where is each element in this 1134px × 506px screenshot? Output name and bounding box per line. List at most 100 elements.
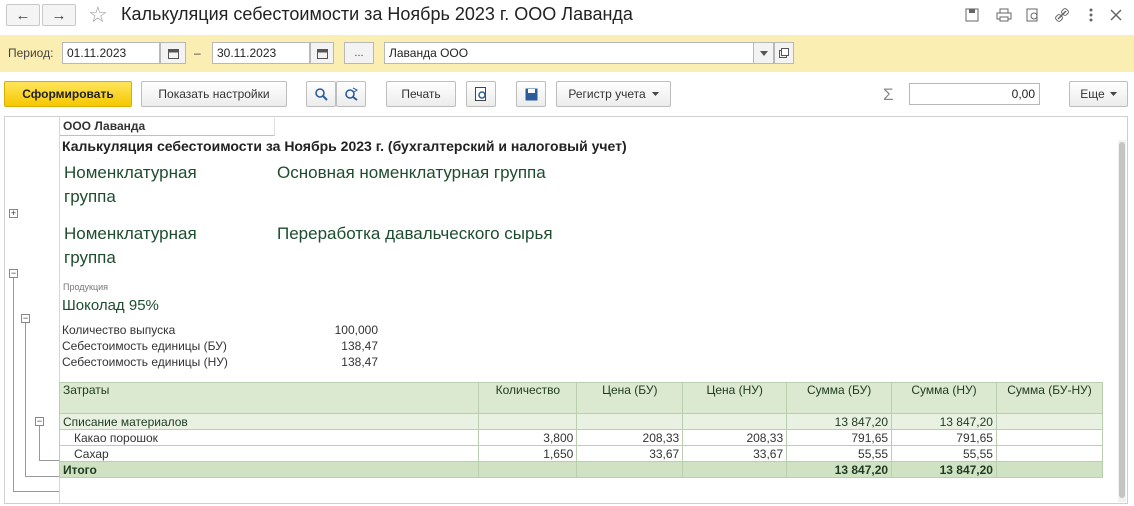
table-cell[interactable]: 13 847,20 — [891, 461, 997, 478]
table-cell[interactable] — [682, 413, 788, 430]
table-cell[interactable]: Списание материалов — [58, 413, 480, 430]
table-cell[interactable] — [995, 413, 1104, 430]
table-cell[interactable]: 33,67 — [682, 445, 788, 462]
save-icon[interactable] — [962, 5, 982, 25]
link-icon[interactable] — [1052, 5, 1072, 25]
search-refresh-icon — [345, 87, 358, 101]
table-cell[interactable] — [682, 461, 788, 478]
back-button[interactable]: ← — [6, 4, 40, 26]
table-cell[interactable] — [576, 461, 684, 478]
table-row: Сахар 1,650 33,67 33,67 55,55 55,55 — [58, 445, 1104, 462]
column-header[interactable]: Затраты — [58, 382, 480, 414]
table-cell[interactable]: 791,65 — [891, 429, 997, 446]
table-cell[interactable]: 3,800 — [478, 429, 578, 446]
param-label: Себестоимость единицы (НУ) — [62, 355, 228, 369]
print-button[interactable]: Печать — [386, 81, 456, 107]
print-preview-icon — [474, 87, 486, 101]
costs-table: Затраты Количество Цена (БУ) Цена (НУ) С… — [58, 382, 1104, 478]
window-title: Калькуляция себестоимости за Ноябрь 2023… — [121, 4, 633, 24]
table-cell[interactable]: 1,650 — [478, 445, 578, 462]
favorite-star-icon[interactable]: ☆ — [88, 2, 108, 28]
period-label: Период: — [8, 46, 54, 60]
param-value: 138,47 — [341, 355, 378, 369]
param-label: Количество выпуска — [62, 323, 176, 337]
org-cell[interactable]: ООО Лаванда — [60, 118, 275, 136]
column-header[interactable]: Сумма (БУ) — [786, 382, 893, 414]
collapse-group2-toggle[interactable]: − — [9, 269, 18, 278]
table-row: Какао порошок 3,800 208,33 208,33 791,65… — [58, 429, 1104, 446]
more-button[interactable]: Еще — [1069, 81, 1128, 107]
sum-field[interactable]: 0,00 — [909, 83, 1040, 105]
print-icon[interactable] — [994, 5, 1014, 25]
search-icon — [314, 87, 328, 101]
floppy-disk-icon — [525, 88, 537, 100]
generate-button[interactable]: Сформировать — [4, 81, 132, 107]
show-settings-button[interactable]: Показать настройки — [141, 81, 287, 107]
save-report-button[interactable] — [516, 81, 546, 107]
product-caption: Продукция — [63, 282, 109, 292]
table-cell[interactable]: 208,33 — [576, 429, 684, 446]
more-label: Еще — [1080, 87, 1105, 101]
group2-bracket-line — [13, 278, 14, 492]
param-row: Себестоимость единицы (НУ) 138,47 — [62, 354, 378, 370]
table-cell[interactable]: 55,55 — [891, 445, 997, 462]
table-cell[interactable]: 13 847,20 — [891, 413, 997, 430]
param-row: Себестоимость единицы (БУ) 138,47 — [62, 338, 378, 354]
open-icon — [779, 48, 789, 58]
preview-icon[interactable] — [1023, 5, 1043, 25]
expand-group1-toggle[interactable]: + — [9, 209, 18, 218]
scrollbar-thumb[interactable] — [1119, 142, 1125, 498]
column-header[interactable]: Цена (НУ) — [682, 382, 788, 414]
product-bracket-line — [25, 323, 26, 477]
search-next-button[interactable] — [336, 81, 366, 107]
period-from-field[interactable]: 01.11.2023 — [62, 42, 160, 64]
period-dash: – — [194, 46, 201, 60]
organization-open-button[interactable] — [774, 42, 794, 64]
column-header[interactable]: Сумма (НУ) — [891, 382, 997, 414]
column-header[interactable]: Сумма (БУ-НУ) — [995, 382, 1104, 414]
collapse-product-toggle[interactable]: − — [21, 314, 30, 323]
menu-more-icon[interactable] — [1081, 5, 1101, 25]
column-header[interactable]: Цена (БУ) — [576, 382, 684, 414]
product-bracket-end — [25, 476, 59, 477]
period-to-field[interactable]: 30.11.2023 — [212, 42, 310, 64]
table-cell[interactable] — [995, 429, 1104, 446]
materials-bracket-end — [39, 460, 59, 461]
table-cell[interactable]: 13 847,20 — [786, 413, 893, 430]
close-icon[interactable] — [1106, 5, 1126, 25]
table-cell[interactable]: 33,67 — [576, 445, 684, 462]
table-cell[interactable]: 55,55 — [786, 445, 893, 462]
back-arrow-icon: ← — [15, 6, 31, 24]
chevron-down-icon — [651, 92, 659, 96]
table-cell[interactable] — [478, 413, 578, 430]
param-label: Себестоимость единицы (БУ) — [62, 339, 227, 353]
search-button[interactable] — [306, 81, 336, 107]
column-header[interactable]: Количество — [478, 382, 578, 414]
calendar-to-button[interactable] — [310, 42, 334, 64]
group2-value[interactable]: Переработка давальческого сырья — [277, 222, 553, 246]
table-cell[interactable] — [995, 461, 1104, 478]
preview-button[interactable] — [466, 81, 496, 107]
collapse-materials-toggle[interactable]: − — [35, 417, 44, 426]
product-name[interactable]: Шоколад 95% — [62, 297, 159, 314]
report-heading: Калькуляция себестоимости за Ноябрь 2023… — [62, 138, 627, 154]
table-cell[interactable]: Сахар — [58, 445, 480, 462]
group1-value[interactable]: Основная номенклатурная группа — [277, 161, 546, 185]
table-cell[interactable]: Какао порошок — [58, 429, 480, 446]
organization-dropdown-button[interactable] — [754, 42, 774, 64]
table-cell[interactable]: Итого — [58, 461, 480, 478]
table-cell[interactable] — [995, 445, 1104, 462]
table-cell[interactable]: 791,65 — [786, 429, 893, 446]
table-cell[interactable]: 208,33 — [682, 429, 788, 446]
forward-button[interactable]: → — [42, 4, 76, 26]
period-select-button[interactable]: ... — [344, 42, 374, 64]
register-button[interactable]: Регистр учета — [556, 81, 671, 107]
calendar-from-button[interactable] — [160, 42, 186, 64]
param-row: Количество выпуска 100,000 — [62, 322, 378, 338]
table-cell[interactable] — [576, 413, 684, 430]
chevron-down-icon — [759, 50, 768, 56]
organization-field[interactable]: Лаванда ООО — [384, 42, 754, 64]
param-value: 100,000 — [334, 323, 378, 337]
table-cell[interactable]: 13 847,20 — [786, 461, 893, 478]
table-cell[interactable] — [478, 461, 578, 478]
